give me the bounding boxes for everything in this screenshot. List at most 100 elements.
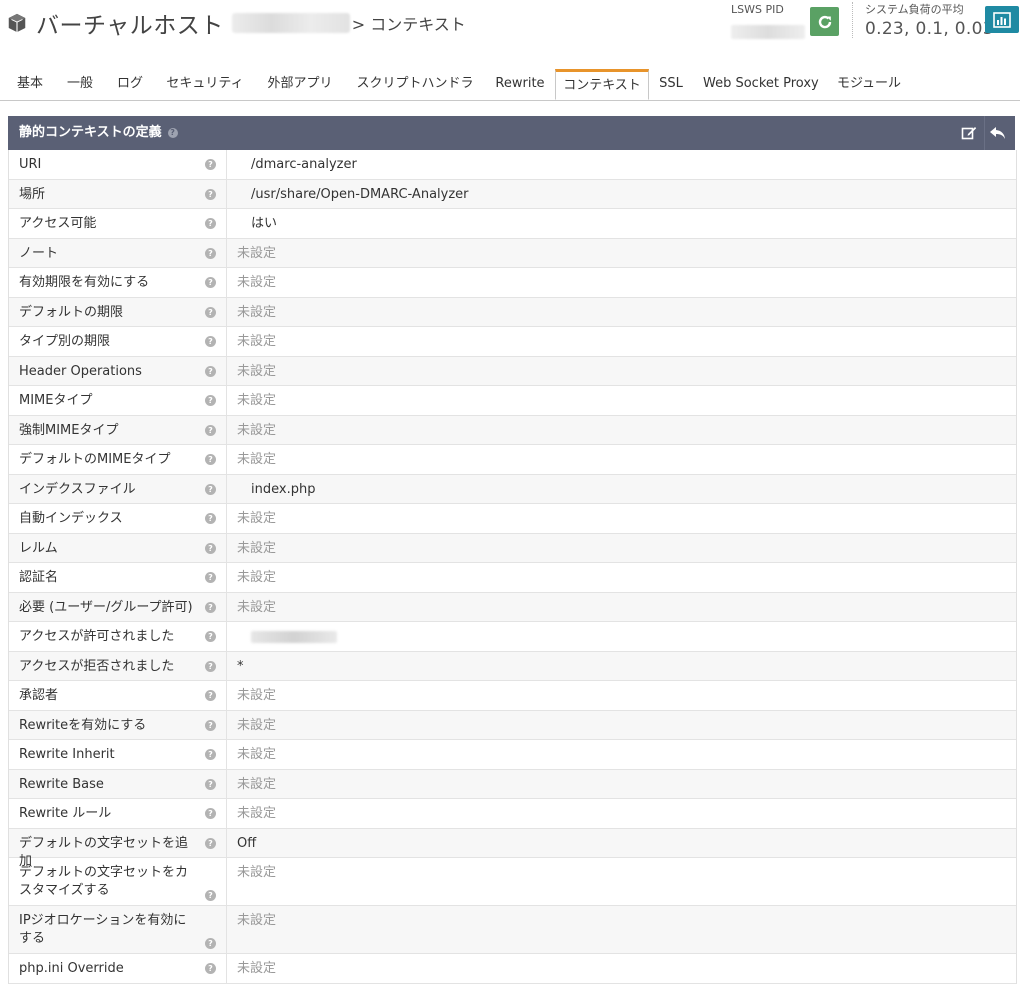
help-icon[interactable]: ? [205,963,216,974]
help-icon[interactable]: ? [205,719,216,731]
value-redacted [251,631,337,643]
table-row-access-allowed: アクセスが許可されました? [9,622,1016,652]
row-label-cell: アクセスが許可されました? [9,622,227,651]
help-icon[interactable]: ? [205,159,216,170]
tab-ssl[interactable]: SSL [658,68,684,100]
help-icon[interactable]: ? [205,778,216,790]
row-label: Rewrite Base [19,776,104,792]
tab-context[interactable]: コンテキスト [555,69,649,100]
help-icon[interactable]: ? [205,660,216,672]
help-icon[interactable]: ? [205,837,216,849]
row-value: 未設定 [237,961,277,976]
help-icon[interactable]: ? [205,690,216,701]
row-label-cell: php.ini Override? [9,954,227,983]
help-icon[interactable]: ? [205,631,216,642]
row-label: デフォルトの期限 [19,304,124,320]
row-value: 未設定 [237,688,277,703]
table-row-enable-expires: 有効期限を有効にする? 未設定 [9,268,1016,298]
row-value: * [237,658,244,674]
help-icon[interactable]: ? [205,395,216,406]
help-icon[interactable]: ? [205,890,216,901]
pid-value-redacted [731,25,805,39]
pid-label: LSWS PID [731,3,784,16]
row-value: 未設定 [237,304,277,320]
row-label-cell: URI? [9,150,227,179]
row-label: Header Operations [19,363,142,379]
table-row-location: 場所? /usr/share/Open-DMARC-Analyzer [9,179,1016,209]
realtime-stats-button[interactable] [985,6,1019,33]
help-icon[interactable]: ? [205,218,216,229]
help-icon[interactable]: ? [205,808,216,819]
row-label-cell: Rewrite Inherit? [9,740,227,769]
row-label: 承認者 [19,688,59,703]
row-label-cell: デフォルトのMIMEタイプ? [9,445,227,474]
help-icon[interactable]: ? [205,365,216,377]
row-label-cell: IPジオロケーションを有効にする? [9,906,227,953]
help-icon[interactable]: ? [205,306,216,318]
panel-header-divider [984,116,985,150]
tab-web-socket-proxy[interactable]: Web Socket Proxy [703,68,819,100]
help-icon[interactable]: ? [205,513,216,524]
refresh-icon [818,15,831,28]
help-icon[interactable]: ? [205,277,216,288]
row-label: 自動インデックス [19,511,123,526]
row-value: 未設定 [237,245,277,261]
row-value: はい [251,216,278,231]
row-label: 強制MIMEタイプ [19,422,119,438]
table-row-customize-default-charset: デフォルトの文字セットをカスタマイズする? 未設定 [9,858,1016,906]
page-title: バーチャルホスト [36,13,224,39]
table-row-realm: レルム? 未設定 [9,533,1016,563]
tab-script-handler[interactable]: スクリプトハンドラ [355,68,475,100]
back-arrow-icon[interactable] [989,125,1007,141]
help-icon[interactable]: ? [205,454,216,465]
row-label-cell: レルム? [9,533,227,562]
help-icon[interactable]: ? [205,572,216,583]
help-icon[interactable]: ? [205,336,216,347]
row-label-cell: Header Operations? [9,356,227,385]
tab-log[interactable]: ログ [116,68,144,100]
table-row-auth-name: 認証名? 未設定 [9,563,1016,593]
row-label: タイプ別の期限 [19,334,111,349]
help-icon[interactable]: ? [205,749,216,760]
row-label: Rewrite Inherit [19,747,115,762]
row-label-cell: デフォルトの文字セットをカスタマイズする? [9,858,227,905]
row-label: 場所 [19,186,46,202]
help-icon[interactable]: ? [205,542,216,554]
tab-security[interactable]: セキュリティ [165,68,245,100]
edit-icon[interactable] [961,125,977,141]
tab-general[interactable]: 一般 [66,68,94,100]
table-row-enable-ip-geolocation: IPジオロケーションを有効にする? 未設定 [9,906,1016,954]
panel-title: 静的コンテキストの定義 [19,125,162,140]
row-value: 未設定 [237,913,277,928]
restart-button[interactable] [810,7,839,36]
help-icon[interactable]: ? [205,247,216,259]
tab-rewrite[interactable]: Rewrite [495,68,545,100]
table-row-default-expires: デフォルトの期限? 未設定 [9,297,1016,327]
table-row-require: 必要 (ユーザー/グループ許可)? 未設定 [9,592,1016,622]
help-icon[interactable]: ? [167,127,178,138]
row-label: 有効期限を有効にする [19,275,150,290]
row-label-cell: 有効期限を有効にする? [9,268,227,297]
tab-basic[interactable]: 基本 [16,68,44,100]
tab-external-app[interactable]: 外部アプリ [266,68,334,100]
load-value: 0.23, 0.1, 0.03 [865,19,994,39]
table-row-enable-rewrite: Rewriteを有効にする? 未設定 [9,710,1016,740]
cube-icon [8,13,26,33]
row-label: アクセスが許可されました [19,629,175,644]
help-icon[interactable]: ? [205,188,216,200]
row-value: 未設定 [237,717,277,733]
row-label: アクセスが拒否されました [19,658,175,674]
help-icon[interactable]: ? [205,483,216,495]
row-label-cell: 承認者? [9,681,227,710]
table-row-access-denied: アクセスが拒否されました? * [9,651,1016,681]
table-row-mime-type: MIMEタイプ? 未設定 [9,386,1016,416]
row-value: 未設定 [237,570,277,585]
help-icon[interactable]: ? [205,938,216,949]
tab-bar: 基本 一般 ログ セキュリティ 外部アプリ スクリプトハンドラ Rewrite … [0,68,1020,101]
help-icon[interactable]: ? [205,601,216,613]
row-label-cell: アクセスが拒否されました? [9,651,227,680]
pid-block: LSWS PID [731,3,805,39]
tab-module[interactable]: モジュール [836,68,902,100]
help-icon[interactable]: ? [205,424,216,436]
page-title-group: バーチャルホスト > コンテキスト [6,6,466,40]
